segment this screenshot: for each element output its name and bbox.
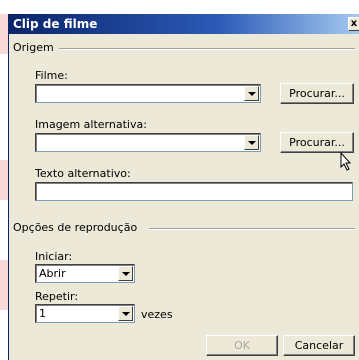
background-accent	[0, 14, 8, 54]
background-accent	[0, 260, 8, 310]
imagem-combo[interactable]	[35, 133, 261, 152]
dialog-title: Clip de filme	[13, 17, 98, 31]
imagem-label: Imagem alternativa:	[35, 118, 147, 131]
iniciar-label: Iniciar:	[35, 250, 73, 263]
background-accent	[0, 160, 8, 200]
group-label-origem: Origem	[13, 41, 58, 54]
group-divider	[59, 48, 355, 50]
cancel-button[interactable]: Cancelar	[283, 335, 355, 356]
close-icon: x	[350, 18, 358, 29]
group-divider	[149, 228, 355, 230]
group-label-reproducao: Opções de reprodução	[13, 221, 142, 234]
iniciar-combo[interactable]: Abrir	[35, 264, 135, 283]
texto-alternativo-label: Texto alternativo:	[35, 167, 131, 180]
iniciar-value: Abrir	[39, 267, 66, 280]
chevron-down-icon[interactable]	[244, 135, 259, 150]
chevron-down-icon[interactable]	[118, 306, 133, 321]
procurar-filme-button[interactable]: Procurar...	[280, 83, 354, 104]
repetir-combo[interactable]: 1	[35, 304, 135, 323]
movie-clip-dialog: Clip de filme x Origem Filme: Procurar..…	[8, 14, 359, 360]
repetir-value: 1	[39, 307, 46, 320]
chevron-down-icon[interactable]	[244, 86, 259, 101]
title-bar[interactable]: Clip de filme x	[9, 14, 359, 34]
mouse-pointer-icon	[340, 151, 352, 174]
close-button[interactable]: x	[348, 17, 359, 31]
repetir-label: Repetir:	[35, 290, 79, 303]
filme-label: Filme:	[35, 69, 68, 82]
chevron-down-icon[interactable]	[118, 266, 133, 281]
procurar-imagem-button[interactable]: Procurar...	[280, 132, 354, 153]
vezes-label: vezes	[141, 308, 173, 321]
filme-combo[interactable]	[35, 84, 261, 103]
background-strip	[0, 0, 359, 14]
texto-alternativo-input[interactable]	[35, 182, 353, 201]
ok-button[interactable]: OK	[206, 335, 278, 356]
